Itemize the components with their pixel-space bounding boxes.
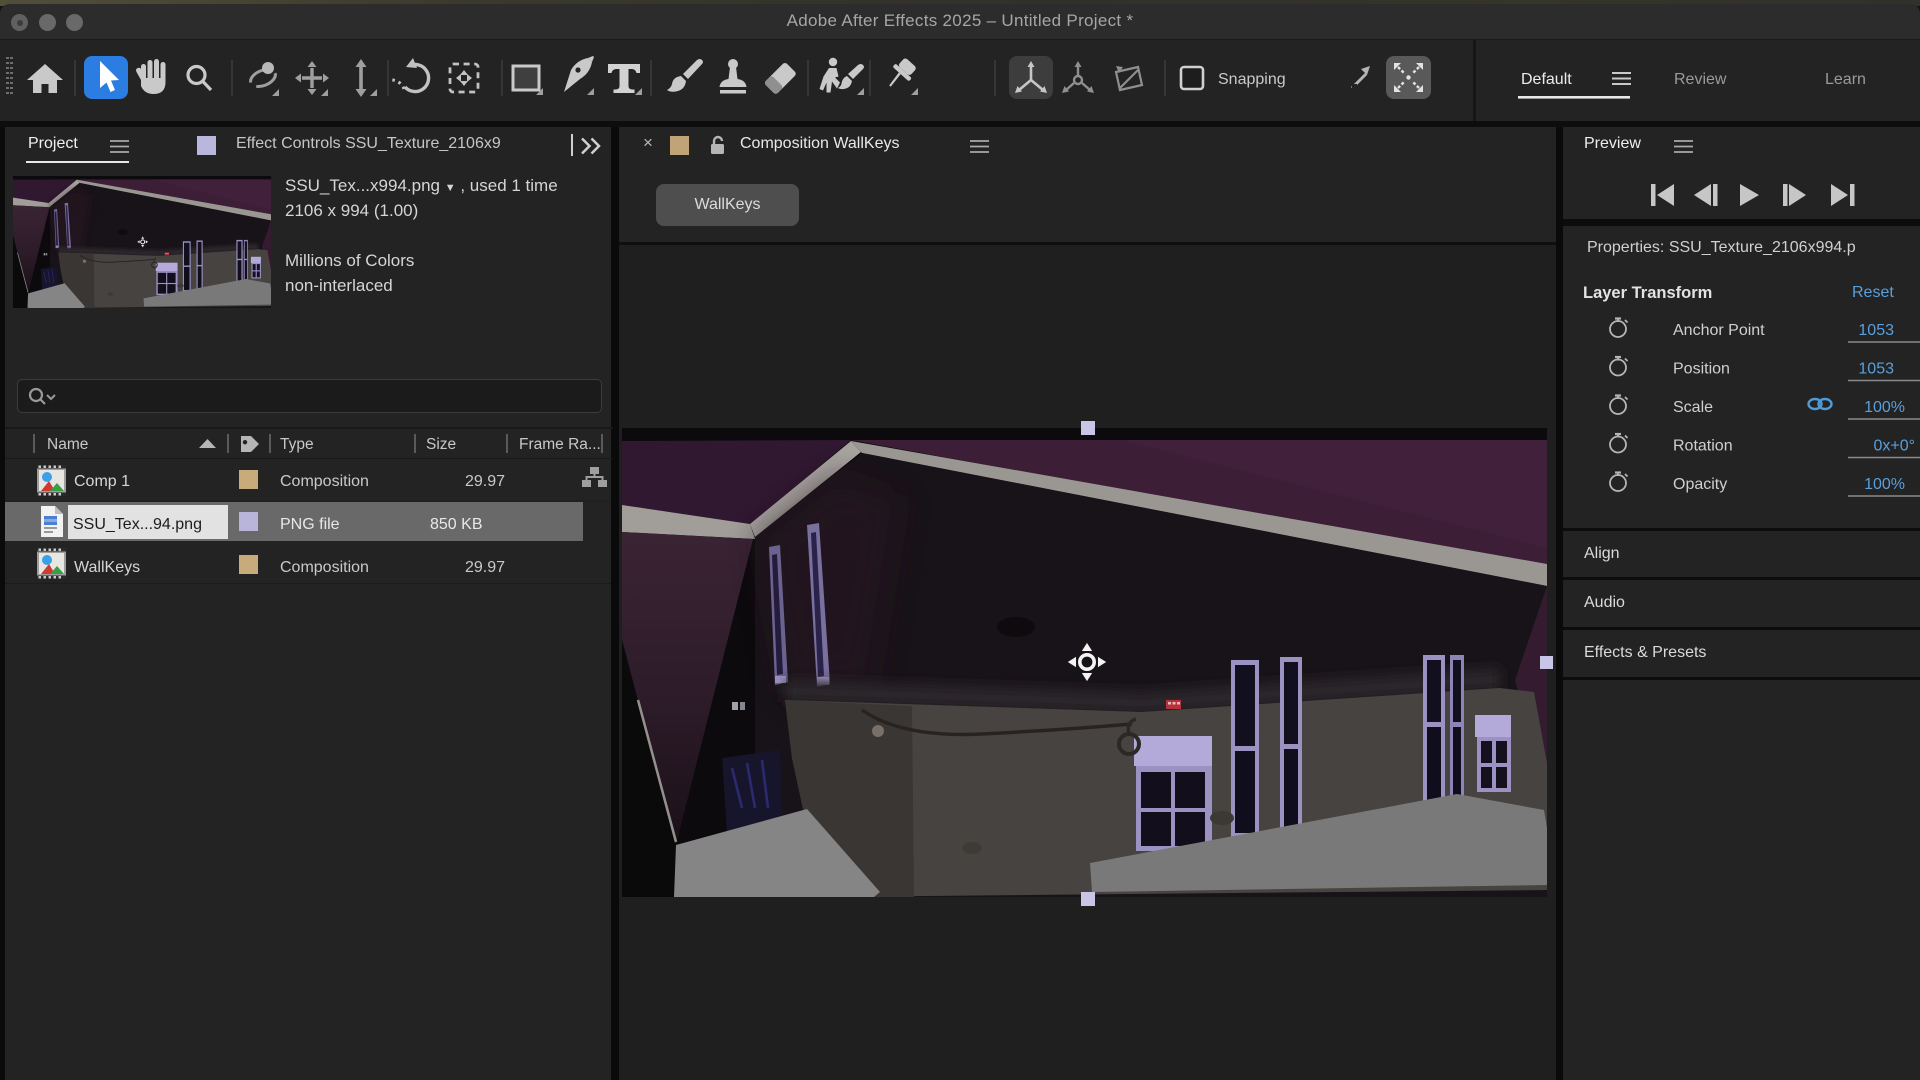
svg-text:WallKeys: WallKeys (74, 559, 140, 576)
svg-text:850 KB: 850 KB (430, 516, 482, 533)
svg-text:Anchor Point: Anchor Point (1673, 322, 1765, 339)
svg-text:100%: 100% (1864, 476, 1905, 493)
svg-text:Composition: Composition (280, 559, 369, 576)
svg-text:Comp 1: Comp 1 (74, 473, 130, 490)
svg-text:Position: Position (1673, 361, 1730, 378)
svg-text:SSU_Tex...94.png: SSU_Tex...94.png (73, 516, 202, 533)
svg-text:Composition: Composition (280, 473, 369, 490)
svg-text:100%: 100% (1864, 399, 1905, 416)
svg-text:Size: Size (426, 436, 456, 453)
svg-text:Scale: Scale (1673, 399, 1713, 416)
svg-text:Snapping: Snapping (1218, 71, 1286, 88)
svg-text:Frame Ra...: Frame Ra... (519, 436, 601, 453)
svg-text:Review: Review (1674, 71, 1727, 88)
svg-text:Name: Name (47, 436, 88, 453)
svg-text:29.97: 29.97 (465, 559, 505, 576)
svg-text:PNG file: PNG file (280, 516, 340, 533)
svg-text:Type: Type (280, 436, 314, 453)
svg-text:Rotation: Rotation (1673, 438, 1733, 455)
svg-text:0x+0°: 0x+0° (1873, 438, 1915, 455)
svg-text:1053: 1053 (1858, 322, 1894, 339)
svg-text:29.97: 29.97 (465, 473, 505, 490)
svg-text:Default: Default (1521, 71, 1572, 88)
svg-text:1053: 1053 (1858, 361, 1894, 378)
svg-text:Learn: Learn (1825, 71, 1866, 88)
svg-text:Opacity: Opacity (1673, 476, 1727, 493)
